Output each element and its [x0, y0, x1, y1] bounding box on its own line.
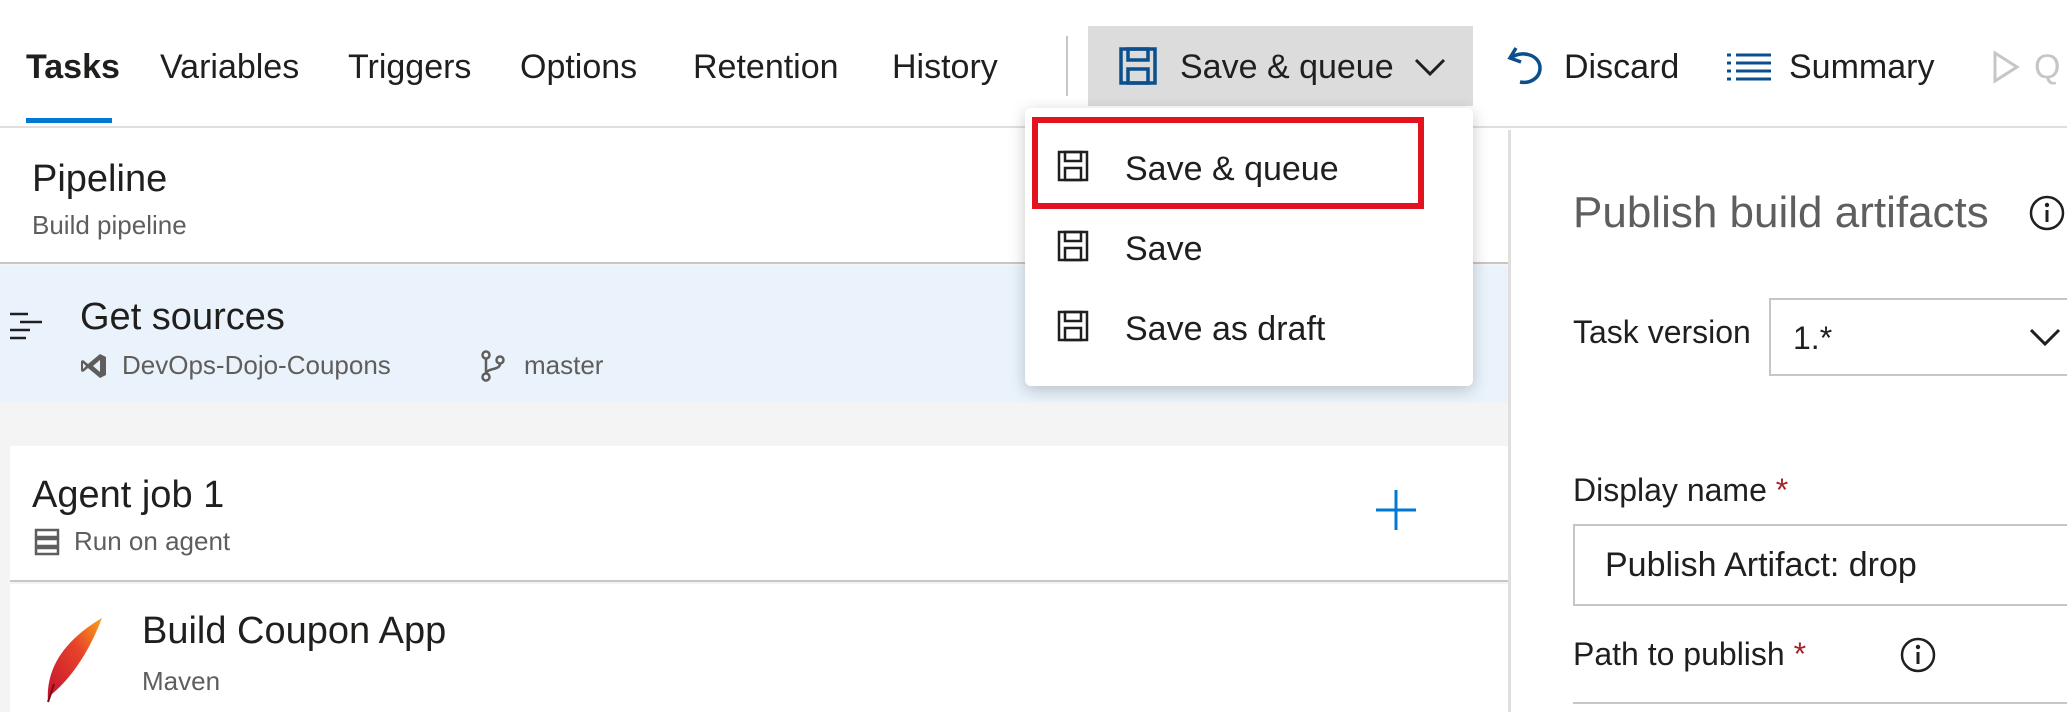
required-marker: *: [1775, 472, 1789, 508]
save-and-queue-label: Save & queue: [1180, 48, 1394, 86]
save-icon: [1057, 230, 1089, 262]
menu-item-label: Save & queue: [1125, 150, 1339, 188]
task-version-select[interactable]: 1.*: [1769, 298, 2067, 376]
tab-variables[interactable]: Variables: [160, 48, 299, 87]
visual-studio-icon: [81, 354, 106, 378]
menu-item-save-as-draft[interactable]: Save as draft: [1025, 292, 1473, 364]
summary-label: Summary: [1789, 48, 1935, 86]
menu-item-save[interactable]: Save: [1025, 212, 1473, 284]
save-icon: [1119, 47, 1157, 85]
tab-triggers[interactable]: Triggers: [348, 48, 471, 87]
build-task-row[interactable]: Build Coupon App Maven: [10, 584, 1508, 712]
save-and-queue-button[interactable]: Save & queue: [1088, 26, 1473, 106]
queue-label: Q: [2034, 48, 2061, 86]
tab-tasks[interactable]: Tasks: [26, 48, 120, 87]
branch-name: master: [524, 350, 604, 380]
tab-options[interactable]: Options: [520, 48, 637, 87]
menu-item-label: Save as draft: [1125, 310, 1326, 348]
list-icon: [1727, 53, 1771, 81]
task-panel-title: Publish build artifacts: [1573, 188, 1989, 237]
tab-retention[interactable]: Retention: [693, 48, 839, 87]
display-name-label: Display name *: [1573, 472, 1788, 509]
display-name-input[interactable]: [1573, 524, 2067, 606]
agent-job-row[interactable]: Agent job 1 Run on agent: [10, 446, 1508, 582]
tab-history[interactable]: History: [892, 48, 998, 87]
pipeline-subtitle: Build pipeline: [32, 210, 187, 240]
path-to-publish-input[interactable]: [1573, 702, 2067, 712]
display-name-label-text: Display name: [1573, 472, 1767, 508]
get-sources-title: Get sources: [80, 296, 285, 338]
play-icon: [1993, 50, 2020, 84]
task-details-pane: Publish build artifacts Task version 1.*…: [1511, 130, 2067, 712]
path-label-text: Path to publish: [1573, 636, 1785, 672]
save-dropdown-menu: Save & queue Save Save as draft: [1025, 108, 1473, 386]
branch-icon: [481, 350, 505, 382]
agent-job-subtitle: Run on agent: [74, 526, 231, 556]
path-to-publish-label: Path to publish *: [1573, 636, 1806, 673]
build-task-subtitle: Maven: [142, 666, 221, 696]
chevron-down-icon: [2029, 328, 2061, 347]
save-icon: [1057, 150, 1089, 182]
queue-button[interactable]: Q: [1990, 26, 2067, 106]
info-icon[interactable]: [2028, 194, 2066, 232]
undo-icon: [1507, 47, 1542, 85]
active-tab-indicator: [26, 118, 112, 123]
server-icon: [34, 528, 60, 556]
sources-list-icon: [10, 312, 42, 340]
menu-item-save-and-queue[interactable]: Save & queue: [1025, 132, 1473, 204]
required-marker: *: [1793, 636, 1807, 672]
task-version-value: 1.*: [1793, 320, 1833, 356]
toolbar-divider: [1066, 36, 1068, 96]
save-icon: [1057, 310, 1089, 342]
pipeline-title: Pipeline: [32, 158, 168, 200]
menu-item-label: Save: [1125, 230, 1203, 268]
info-icon[interactable]: [1899, 636, 1937, 674]
add-task-icon[interactable]: [1374, 488, 1418, 532]
discard-button[interactable]: Discard: [1500, 26, 1690, 106]
build-task-title: Build Coupon App: [142, 610, 447, 652]
discard-label: Discard: [1564, 48, 1680, 86]
repo-name: DevOps-Dojo-Coupons: [122, 350, 391, 380]
chevron-down-icon: [1414, 58, 1446, 77]
maven-feather-icon: [47, 618, 102, 703]
agent-job-title: Agent job 1: [32, 474, 225, 516]
summary-button[interactable]: Summary: [1725, 26, 1935, 106]
task-version-label: Task version: [1573, 314, 1751, 350]
